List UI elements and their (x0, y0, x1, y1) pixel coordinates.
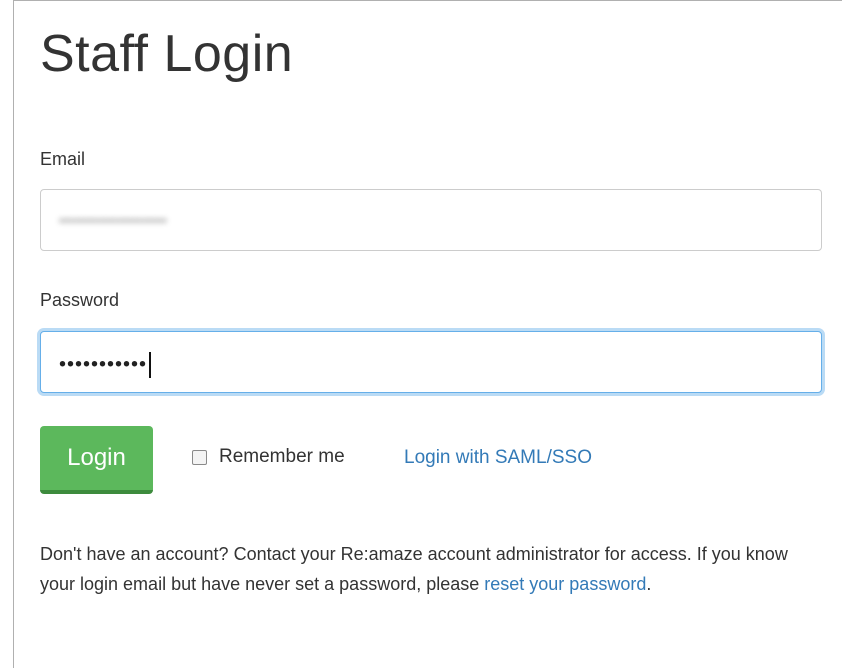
password-field[interactable]: ••••••••••• (40, 331, 822, 393)
help-text: Don't have an account? Contact your Re:a… (40, 540, 810, 599)
help-text-body: Don't have an account? Contact your Re:a… (40, 544, 788, 594)
email-value-blurred: •••••••••••••••••••••• (59, 212, 167, 228)
password-value: ••••••••••• (59, 352, 152, 378)
page-title: Staff Login (40, 25, 294, 83)
remember-me-checkbox[interactable] (192, 449, 207, 465)
password-mask: ••••••••••• (59, 353, 148, 376)
help-text-suffix: . (646, 573, 652, 594)
login-button[interactable]: Login (40, 426, 153, 494)
password-label: Password (40, 290, 120, 310)
saml-sso-link[interactable]: Login with SAML/SSO (404, 447, 592, 469)
email-field[interactable]: •••••••••••••••••••••• (40, 189, 822, 251)
remember-me-label[interactable]: Remember me (219, 446, 345, 468)
reset-password-link[interactable]: reset your password (484, 574, 646, 594)
text-caret (149, 352, 152, 378)
remember-me[interactable]: Remember me (192, 446, 345, 468)
email-label: Email (40, 149, 86, 169)
